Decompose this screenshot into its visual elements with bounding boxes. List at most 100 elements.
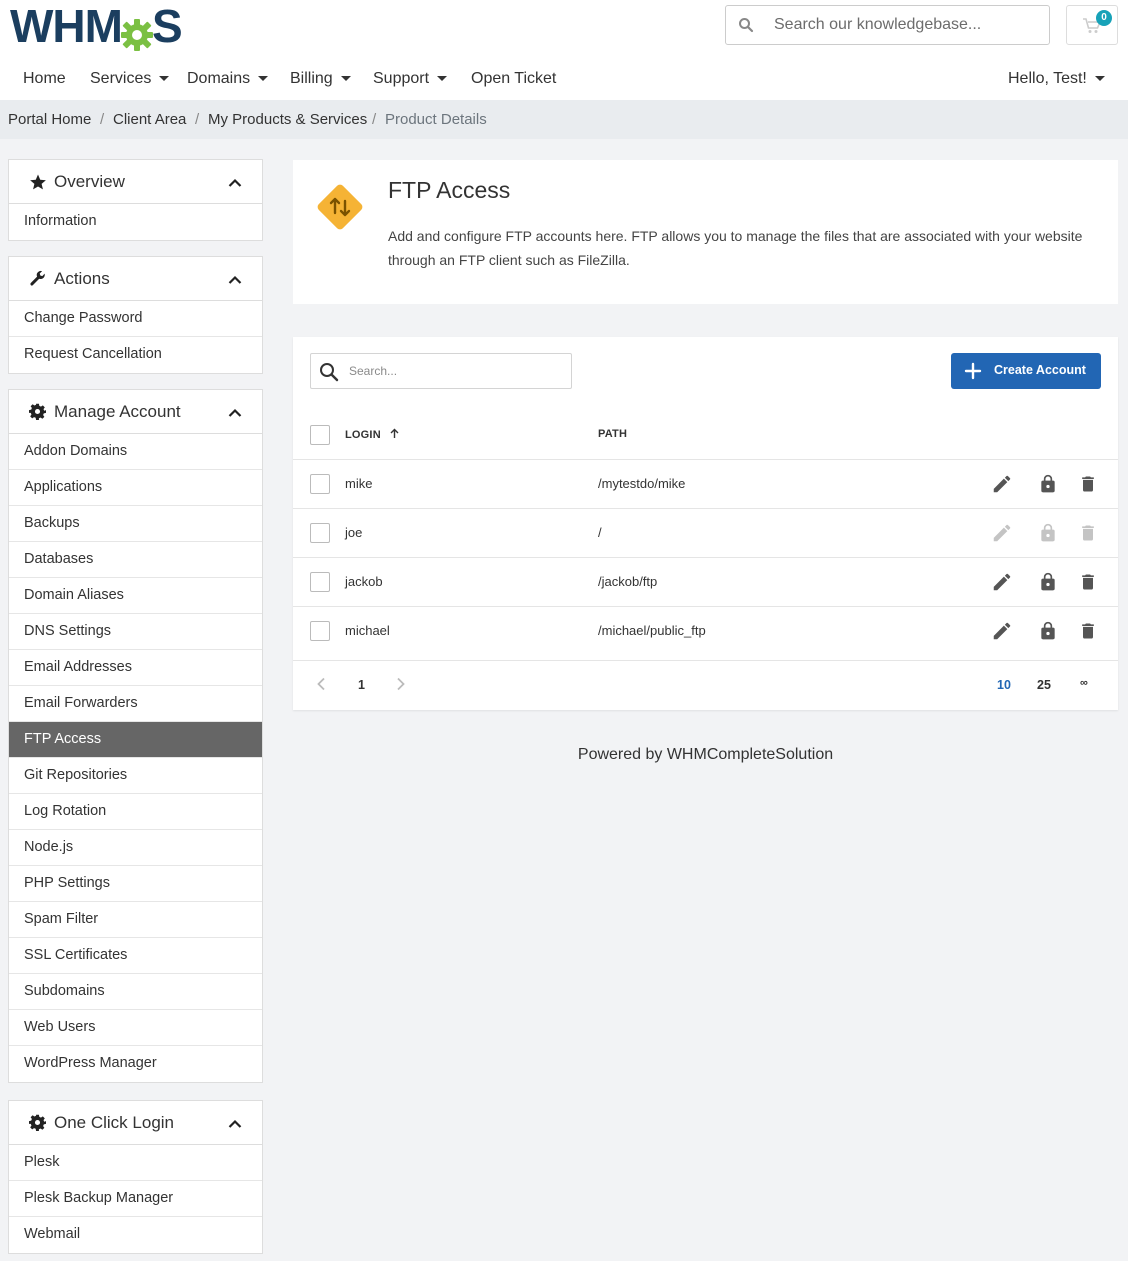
create-account-label: Create Account [994, 363, 1086, 377]
row-checkbox[interactable] [310, 621, 330, 641]
cog-icon [29, 403, 46, 425]
sidebar-item-log-rotation[interactable]: Log Rotation [9, 794, 262, 830]
trash-icon [1078, 522, 1098, 549]
row-login: michael [345, 623, 390, 638]
nav-home[interactable]: Home [23, 70, 66, 88]
logo-text-left: WHM [10, 0, 123, 52]
chevron-up-icon[interactable] [228, 1116, 242, 1134]
nav-domains[interactable]: Domains [187, 70, 269, 88]
edit-icon [991, 522, 1013, 549]
sidebar-item-change-password[interactable]: Change Password [9, 301, 262, 337]
row-path: /mytestdo/mike [598, 476, 686, 491]
table-search[interactable] [310, 353, 572, 389]
knowledgebase-search[interactable] [725, 5, 1050, 45]
nav-support[interactable]: Support [373, 70, 448, 88]
knowledgebase-search-input[interactable] [774, 6, 1044, 44]
panel-title-manage-account: Manage Account [54, 402, 181, 421]
sidebar-item-request-cancellation[interactable]: Request Cancellation [9, 337, 262, 373]
sidebar-item-dns-settings[interactable]: DNS Settings [9, 614, 262, 650]
row-path: /michael/public_ftp [598, 623, 706, 638]
trash-icon[interactable] [1078, 571, 1098, 598]
nav-open-ticket[interactable]: Open Ticket [471, 70, 556, 88]
edit-icon[interactable] [991, 473, 1013, 500]
sidebar-item-nodejs[interactable]: Node.js [9, 830, 262, 866]
lock-icon [1038, 522, 1058, 549]
sidebar-item-plesk[interactable]: Plesk [9, 1145, 262, 1181]
logo-text-right: S [151, 0, 183, 52]
prev-page-icon[interactable] [316, 677, 326, 694]
trash-icon[interactable] [1078, 620, 1098, 647]
sidebar-item-databases[interactable]: Databases [9, 542, 262, 578]
table-row: mike /mytestdo/mike [293, 459, 1118, 508]
row-checkbox[interactable] [310, 572, 330, 592]
sidebar-item-webmail[interactable]: Webmail [9, 1217, 262, 1253]
chevron-up-icon[interactable] [228, 175, 242, 193]
panel-header-overview[interactable]: Overview [9, 160, 262, 204]
page-number[interactable]: 1 [358, 678, 365, 692]
sidebar-item-subdomains[interactable]: Subdomains [9, 974, 262, 1010]
lock-icon[interactable] [1038, 620, 1058, 647]
table-row: joe / [293, 508, 1118, 557]
row-checkbox[interactable] [310, 474, 330, 494]
trash-icon[interactable] [1078, 473, 1098, 500]
chevron-up-icon[interactable] [228, 272, 242, 290]
caret-down-icon [340, 76, 351, 82]
breadcrumb-my-products[interactable]: My Products & Services [208, 111, 367, 128]
row-path: /jackob/ftp [598, 574, 658, 589]
sidebar-item-backups[interactable]: Backups [9, 506, 262, 542]
caret-down-icon [1094, 76, 1105, 82]
select-all-checkbox[interactable] [310, 425, 330, 445]
next-page-icon[interactable] [396, 677, 406, 694]
column-header-login[interactable]: LOGIN [345, 428, 399, 442]
breadcrumb-separator: / [100, 111, 105, 128]
sidebar-item-git-repositories[interactable]: Git Repositories [9, 758, 262, 794]
edit-icon[interactable] [991, 571, 1013, 598]
table-search-input[interactable] [349, 354, 564, 388]
panel-header-actions[interactable]: Actions [9, 257, 262, 301]
caret-down-icon [437, 76, 448, 82]
sidebar-item-web-users[interactable]: Web Users [9, 1010, 262, 1046]
edit-icon[interactable] [991, 620, 1013, 647]
breadcrumb-client-area[interactable]: Client Area [113, 111, 186, 128]
create-account-button[interactable]: Create Account [951, 353, 1101, 389]
nav-user-menu[interactable]: Hello, Test! [1008, 70, 1105, 88]
breadcrumb-product-details: Product Details [385, 111, 487, 128]
sidebar-item-ssl-certificates[interactable]: SSL Certificates [9, 938, 262, 974]
row-login: joe [345, 525, 363, 540]
nav-services-label: Services [90, 70, 152, 87]
star-icon [29, 173, 47, 196]
whmcs-logo[interactable]: WHM S [10, 0, 183, 52]
caret-down-icon [159, 76, 170, 82]
sidebar-item-domain-aliases[interactable]: Domain Aliases [9, 578, 262, 614]
nav-services[interactable]: Services [90, 70, 170, 88]
row-checkbox[interactable] [310, 523, 330, 543]
sidebar-item-email-forwarders[interactable]: Email Forwarders [9, 686, 262, 722]
breadcrumb-separator: / [195, 111, 200, 128]
sidebar-item-email-addresses[interactable]: Email Addresses [9, 650, 262, 686]
sidebar-item-spam-filter[interactable]: Spam Filter [9, 902, 262, 938]
lock-icon[interactable] [1038, 571, 1058, 598]
column-header-path[interactable]: PATH [598, 428, 627, 440]
page-size-all[interactable]: ∞ [1080, 677, 1088, 689]
sidebar-item-wordpress-manager[interactable]: WordPress Manager [9, 1046, 262, 1082]
nav-billing[interactable]: Billing [290, 70, 351, 88]
plus-icon [964, 362, 982, 383]
cart-button[interactable]: 0 [1066, 5, 1118, 45]
sidebar-item-information[interactable]: Information [9, 204, 262, 240]
sidebar-item-php-settings[interactable]: PHP Settings [9, 866, 262, 902]
powered-by-footer: Powered by WHMCompleteSolution [577, 746, 834, 763]
gear-icon [120, 9, 154, 51]
search-icon [319, 362, 339, 387]
panel-header-manage-account[interactable]: Manage Account [9, 390, 262, 434]
breadcrumb-portal-home[interactable]: Portal Home [8, 111, 91, 128]
chevron-up-icon[interactable] [228, 405, 242, 423]
page-size-10[interactable]: 10 [997, 678, 1011, 692]
sidebar-item-ftp-access[interactable]: FTP Access [9, 722, 262, 758]
sidebar-item-addon-domains[interactable]: Addon Domains [9, 434, 262, 470]
sidebar-item-plesk-backup-manager[interactable]: Plesk Backup Manager [9, 1181, 262, 1217]
sidebar-item-applications[interactable]: Applications [9, 470, 262, 506]
search-icon [738, 17, 754, 38]
panel-header-one-click-login[interactable]: One Click Login [9, 1101, 262, 1145]
lock-icon[interactable] [1038, 473, 1058, 500]
page-size-25[interactable]: 25 [1037, 678, 1051, 692]
